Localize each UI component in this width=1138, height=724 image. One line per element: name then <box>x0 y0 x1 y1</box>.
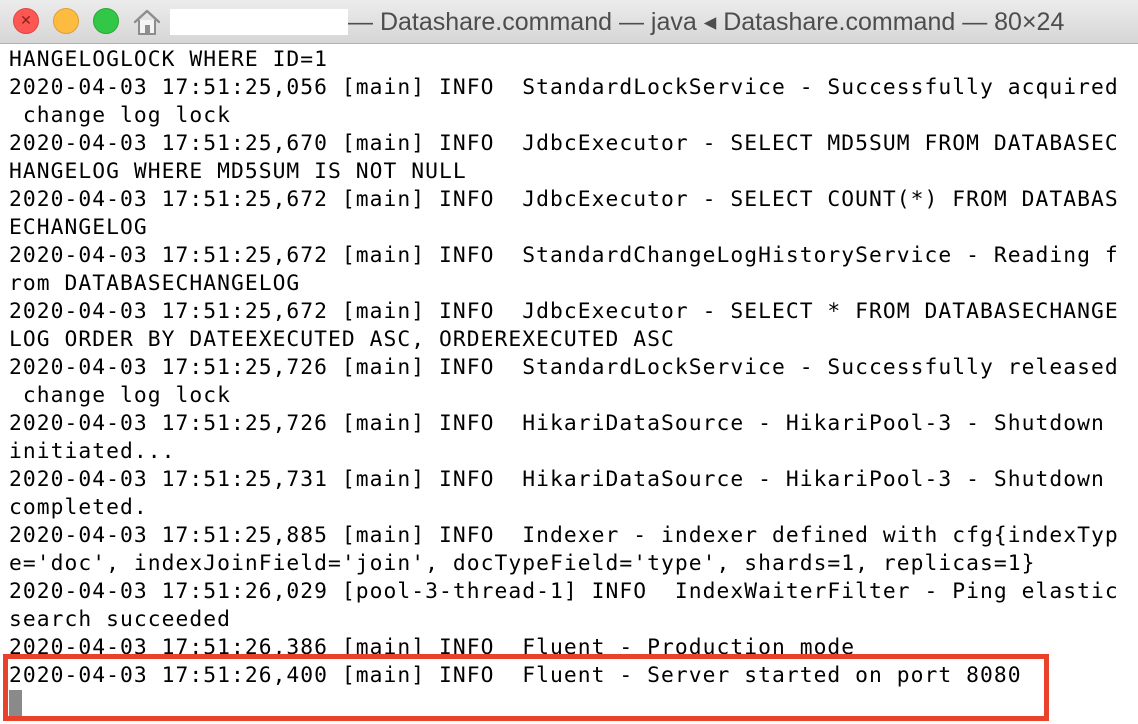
output-line: HANGELOG WHERE MD5SUM IS NOT NULL <box>9 159 467 184</box>
output-line: HANGELOGLOCK WHERE ID=1 <box>9 47 329 72</box>
output-line: 2020-04-03 17:51:25,731 [main] INFO Hika… <box>9 467 1105 492</box>
output-line: 2020-04-03 17:51:25,672 [main] INFO Jdbc… <box>9 187 1119 212</box>
output-line: 2020-04-03 17:51:25,670 [main] INFO Jdbc… <box>9 131 1119 156</box>
close-button[interactable]: ✕ <box>13 8 39 34</box>
title-bar[interactable]: ✕ — Datashare.command — java ◂ Datashare… <box>0 0 1138 44</box>
output-line: 2020-04-03 17:51:25,885 [main] INFO Inde… <box>9 523 1119 548</box>
output-line: search succeeded <box>9 607 231 632</box>
output-line: 2020-04-03 17:51:25,726 [main] INFO Hika… <box>9 411 1105 436</box>
output-line: 2020-04-03 17:51:25,672 [main] INFO Jdbc… <box>9 299 1119 324</box>
close-icon: ✕ <box>20 13 32 29</box>
output-line: rom DATABASECHANGELOG <box>9 271 301 296</box>
output-line: e='doc', indexJoinField='join', docTypeF… <box>9 551 1036 576</box>
output-line: change log lock <box>9 103 231 128</box>
output-line: LOG ORDER BY DATEEXECUTED ASC, ORDEREXEC… <box>9 327 675 352</box>
output-line: 2020-04-03 17:51:25,056 [main] INFO Stan… <box>9 75 1119 100</box>
window-title: — Datashare.command — java ◂ Datashare.c… <box>348 8 1065 36</box>
annotation-highlight-box <box>3 654 1049 721</box>
zoom-button[interactable] <box>93 8 119 34</box>
terminal-window: ✕ — Datashare.command — java ◂ Datashare… <box>0 0 1138 724</box>
output-line: completed. <box>9 495 148 520</box>
minimize-button[interactable] <box>53 8 79 34</box>
output-line: 2020-04-03 17:51:25,726 [main] INFO Stan… <box>9 355 1119 380</box>
output-line: change log lock <box>9 383 231 408</box>
output-line: 2020-04-03 17:51:26,029 [pool-3-thread-1… <box>9 579 1119 604</box>
output-line: initiated... <box>9 439 176 464</box>
terminal-output[interactable]: HANGELOGLOCK WHERE ID=1 2020-04-03 17:51… <box>0 45 1138 724</box>
output-line: 2020-04-03 17:51:25,672 [main] INFO Stan… <box>9 243 1119 268</box>
output-line: ECHANGELOG <box>9 215 148 240</box>
home-icon <box>133 9 161 35</box>
redacted-path <box>170 9 348 35</box>
